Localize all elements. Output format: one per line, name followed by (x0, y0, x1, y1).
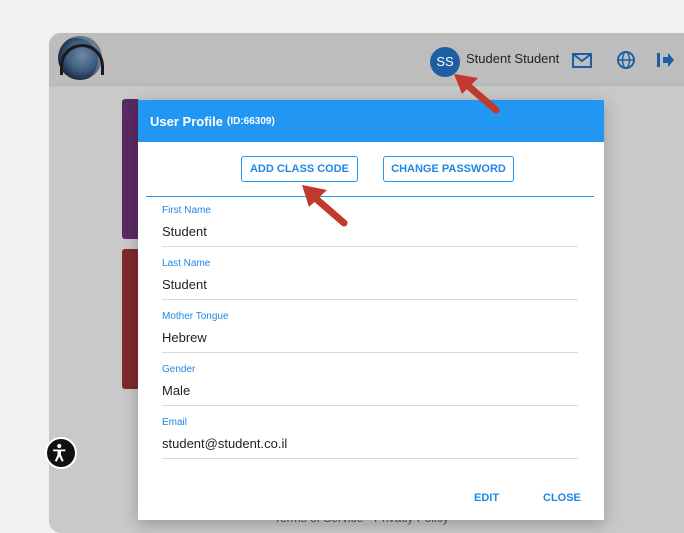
mail-icon[interactable] (571, 49, 593, 71)
field-label: Gender (162, 364, 196, 375)
field-value[interactable]: Student (162, 224, 578, 246)
field-value[interactable]: Male (162, 383, 578, 405)
divider (146, 196, 594, 197)
edit-button[interactable]: EDIT (474, 492, 499, 504)
annotation-arrow (302, 185, 348, 227)
dialog-header: User Profile (ID:66309) (138, 100, 604, 142)
annotation-arrow (454, 74, 500, 114)
email-field[interactable]: Email student@student.co.il (162, 417, 578, 459)
field-label: First Name (162, 205, 211, 216)
field-value[interactable]: student@student.co.il (162, 436, 578, 458)
user-id: (ID:66309) (226, 115, 275, 127)
field-label: Mother Tongue (162, 311, 229, 322)
field-value[interactable]: Hebrew (162, 330, 578, 352)
close-button[interactable]: CLOSE (543, 492, 581, 504)
accessibility-icon[interactable] (45, 437, 77, 469)
user-profile-dialog: User Profile (ID:66309) ADD CLASS CODE C… (138, 100, 604, 520)
mother-tongue-field[interactable]: Mother Tongue Hebrew (162, 311, 578, 353)
logout-icon[interactable] (654, 49, 676, 71)
field-label: Last Name (162, 258, 211, 269)
field-value[interactable]: Student (162, 277, 578, 299)
gender-field[interactable]: Gender Male (162, 364, 578, 406)
dialog-title: User Profile (150, 113, 223, 129)
first-name-field[interactable]: First Name Student (162, 205, 578, 247)
change-password-button[interactable]: CHANGE PASSWORD (383, 156, 514, 182)
app-logo[interactable] (58, 36, 104, 80)
field-label: Email (162, 417, 188, 428)
globe-icon[interactable] (615, 49, 637, 71)
add-class-code-button[interactable]: ADD CLASS CODE (241, 156, 358, 182)
user-name[interactable]: Student Student (466, 51, 559, 66)
last-name-field[interactable]: Last Name Student (162, 258, 578, 300)
top-bar: SS Student Student (49, 33, 684, 86)
